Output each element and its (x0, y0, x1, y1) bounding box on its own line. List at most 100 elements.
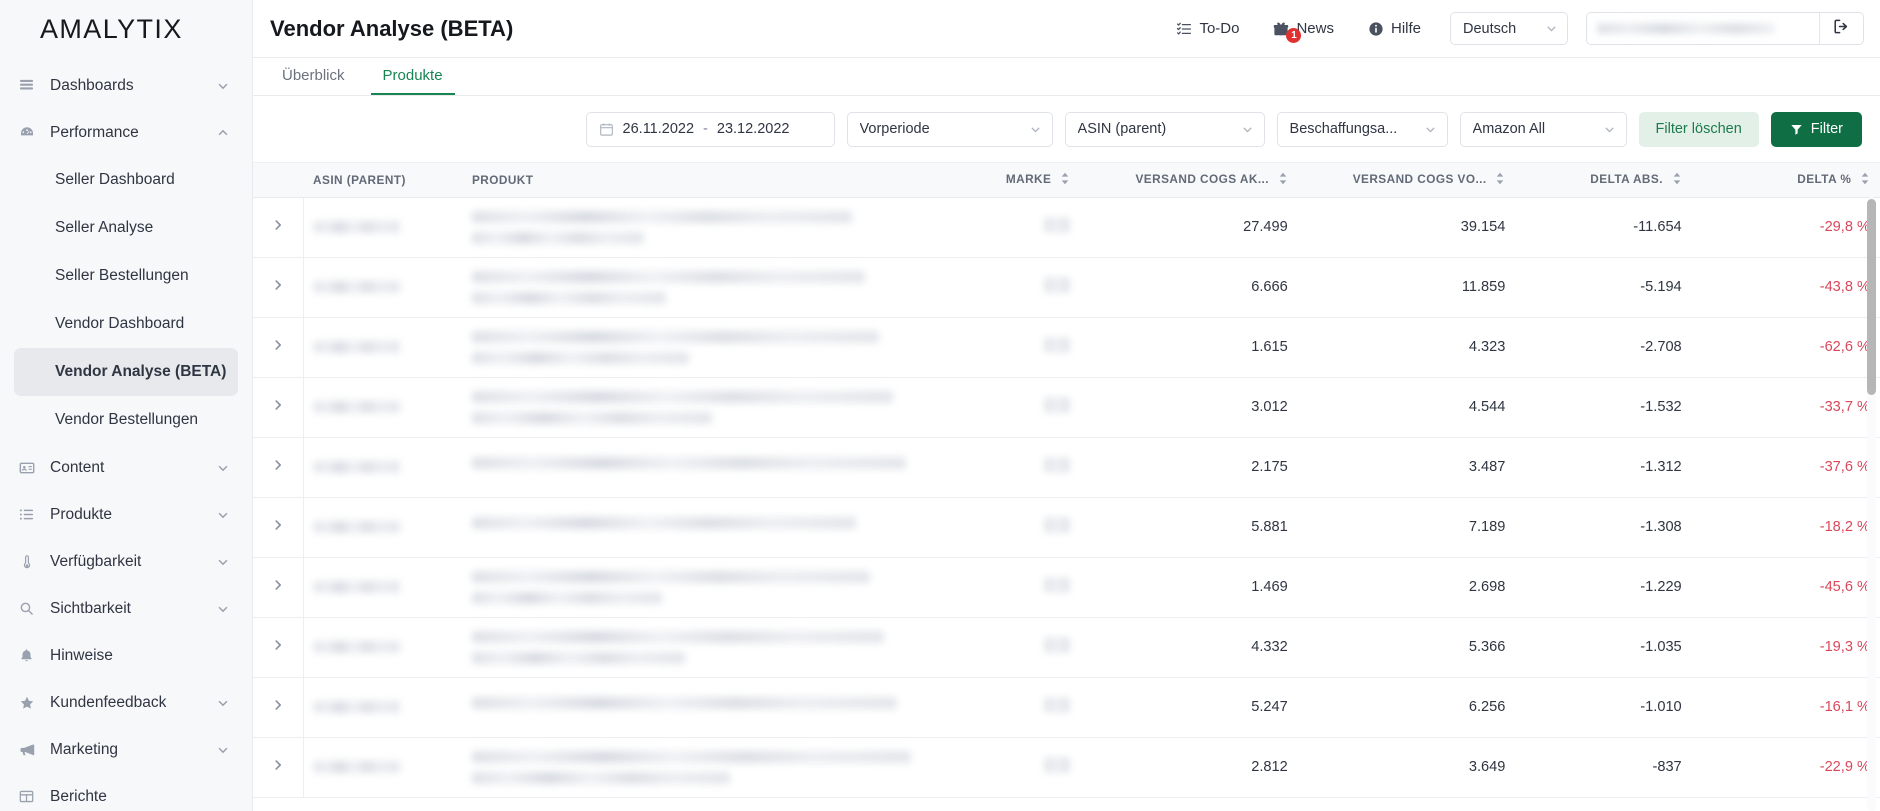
sort-icon[interactable] (1495, 172, 1505, 188)
row-expand-button[interactable] (253, 557, 304, 618)
col-versand-cogs-aktuell[interactable]: VERSAND COGS AK... (1080, 163, 1298, 198)
sidebar-item-seller-dashboard[interactable]: Seller Dashboard (14, 156, 238, 204)
row-expand-button[interactable] (253, 737, 304, 798)
sidebar-item-kundenfeedback[interactable]: Kundenfeedback (0, 679, 252, 726)
cell-versand-cogs-vorperiode: 39.154 (1297, 197, 1516, 258)
table-row[interactable]: 3.012 4.544 -1.532 -33,7 % (253, 377, 1880, 438)
sidebar-item-berichte[interactable]: Berichte (0, 773, 252, 811)
col-versand-cogs-vorperiode[interactable]: VERSAND COGS VO... (1297, 163, 1516, 198)
table-body: 27.499 39.154 -11.654 -29,8 % 6.666 11.859 -5.… (253, 197, 1880, 798)
sidebar-item-content[interactable]: Content (0, 444, 252, 491)
sidebar-item-produkte[interactable]: Produkte (0, 491, 252, 538)
cell-delta-pct: -29,8 % (1691, 197, 1880, 258)
sidebar-item-seller-bestellungen[interactable]: Seller Bestellungen (14, 252, 238, 300)
bell-icon (19, 648, 41, 663)
account-value[interactable] (1587, 13, 1819, 44)
sort-icon[interactable] (1672, 172, 1682, 188)
cell-delta-pct: -33,7 % (1691, 377, 1880, 438)
col-delta-abs[interactable]: DELTA ABS. (1515, 163, 1692, 198)
date-range-picker[interactable]: 26.11.2022 - 23.12.2022 (585, 111, 835, 147)
chevron-right-icon[interactable] (271, 278, 285, 292)
row-expand-button[interactable] (253, 317, 304, 378)
beschaffungsart-select[interactable]: Beschaffungsa... (1276, 111, 1448, 147)
help-label: Hilfe (1390, 20, 1421, 37)
language-select[interactable]: Deutsch (1450, 12, 1568, 45)
chevron-right-icon[interactable] (271, 518, 285, 532)
sidebar-item-performance[interactable]: Performance (0, 109, 252, 156)
clear-filter-label: Filter löschen (1655, 121, 1742, 137)
row-expand-button[interactable] (253, 677, 304, 738)
row-expand-button[interactable] (253, 617, 304, 678)
cell-versand-cogs-aktuell: 5.881 (1080, 497, 1298, 558)
table-row[interactable]: 5.881 7.189 -1.308 -18,2 % (253, 497, 1880, 558)
account-selector[interactable] (1586, 12, 1864, 45)
table-row[interactable]: 4.332 5.366 -1.035 -19,3 % (253, 617, 1880, 678)
cell-versand-cogs-vorperiode: 11.859 (1297, 257, 1516, 318)
chevron-right-icon[interactable] (271, 398, 285, 412)
table-row[interactable]: 2.812 3.649 -837 -22,9 % (253, 737, 1880, 798)
sidebar-item-marketing[interactable]: Marketing (0, 726, 252, 773)
chevron-right-icon[interactable] (271, 758, 285, 772)
cell-delta-abs: -1.532 (1515, 377, 1692, 438)
sidebar-item-hinweise[interactable]: Hinweise (0, 632, 252, 679)
table-scrollbar-thumb[interactable] (1867, 199, 1876, 395)
sidebar-item-vendor-bestellungen[interactable]: Vendor Bestellungen (14, 396, 238, 444)
chevron-right-icon[interactable] (271, 338, 285, 352)
table-row[interactable]: 5.247 6.256 -1.010 -16,1 % (253, 677, 1880, 738)
table-row[interactable]: 2.175 3.487 -1.312 -37,6 % (253, 437, 1880, 498)
sort-icon[interactable] (1860, 172, 1870, 188)
sort-icon[interactable] (1060, 172, 1070, 188)
sidebar-item-dashboards[interactable]: Dashboards (0, 62, 252, 109)
brand-logo[interactable]: AMALYTIX (0, 0, 252, 58)
chevron-right-icon[interactable] (271, 578, 285, 592)
cell-delta-abs: -1.308 (1515, 497, 1692, 558)
col-delta-pct-label: DELTA % (1797, 171, 1852, 186)
chevron-right-icon[interactable] (271, 218, 285, 232)
period-select[interactable]: Vorperiode (846, 111, 1053, 147)
table-row[interactable]: 6.666 11.859 -5.194 -43,8 % (253, 257, 1880, 318)
chevron-right-icon[interactable] (271, 698, 285, 712)
sidebar-item-vendor-dashboard[interactable]: Vendor Dashboard (14, 300, 238, 348)
help-button[interactable]: Hilfe (1351, 20, 1438, 37)
chevron-down-icon (1593, 123, 1616, 136)
page-title: Vendor Analyse (BETA) (270, 15, 514, 41)
cell-delta-pct: -19,3 % (1691, 617, 1880, 678)
tab-ueberblick[interactable]: Überblick (270, 58, 357, 95)
cell-produkt (461, 677, 935, 738)
date-from: 26.11.2022 (622, 121, 695, 137)
row-expand-button[interactable] (253, 437, 304, 498)
chevron-down-icon (1414, 123, 1437, 136)
sidebar-item-seller-analyse[interactable]: Seller Analyse (14, 204, 238, 252)
table-scrollbar[interactable] (1867, 197, 1876, 811)
table-row[interactable]: 1.615 4.323 -2.708 -62,6 % (253, 317, 1880, 378)
sort-icon[interactable] (1278, 172, 1288, 188)
logout-button[interactable] (1819, 13, 1863, 44)
table-row[interactable]: 1.469 2.698 -1.229 -45,6 % (253, 557, 1880, 618)
produkt-value-redacted (471, 270, 866, 283)
table-row[interactable]: 27.499 39.154 -11.654 -29,8 % (253, 197, 1880, 258)
cell-delta-pct: -16,1 % (1691, 677, 1880, 738)
todo-button[interactable]: To-Do (1159, 20, 1256, 37)
asin-select[interactable]: ASIN (parent) (1064, 111, 1265, 147)
cell-marke (934, 377, 1081, 438)
row-expand-button[interactable] (253, 377, 304, 438)
row-expand-button[interactable] (253, 257, 304, 318)
col-marke[interactable]: MARKE (934, 163, 1081, 198)
date-separator: - (703, 121, 708, 137)
amazon-value: Amazon All (1472, 121, 1546, 137)
sidebar-item-verfuegbarkeit[interactable]: Verfügbarkeit (0, 538, 252, 585)
news-button[interactable]: 1 News (1256, 20, 1351, 43)
clear-filter-button[interactable]: Filter löschen (1638, 111, 1759, 147)
apply-filter-button[interactable]: Filter (1770, 111, 1862, 147)
row-expand-button[interactable] (253, 497, 304, 558)
row-expand-button[interactable] (253, 197, 304, 258)
col-delta-pct[interactable]: DELTA % (1691, 163, 1880, 198)
amazon-select[interactable]: Amazon All (1459, 111, 1627, 147)
chevron-right-icon[interactable] (271, 458, 285, 472)
chevron-right-icon[interactable] (271, 638, 285, 652)
sidebar-subitem-label: Seller Dashboard (55, 171, 175, 188)
cell-produkt (461, 437, 935, 498)
sidebar-item-sichtbarkeit[interactable]: Sichtbarkeit (0, 585, 252, 632)
tab-produkte[interactable]: Produkte (370, 58, 455, 95)
sidebar-item-vendor-analyse-beta[interactable]: Vendor Analyse (BETA) (14, 348, 238, 396)
